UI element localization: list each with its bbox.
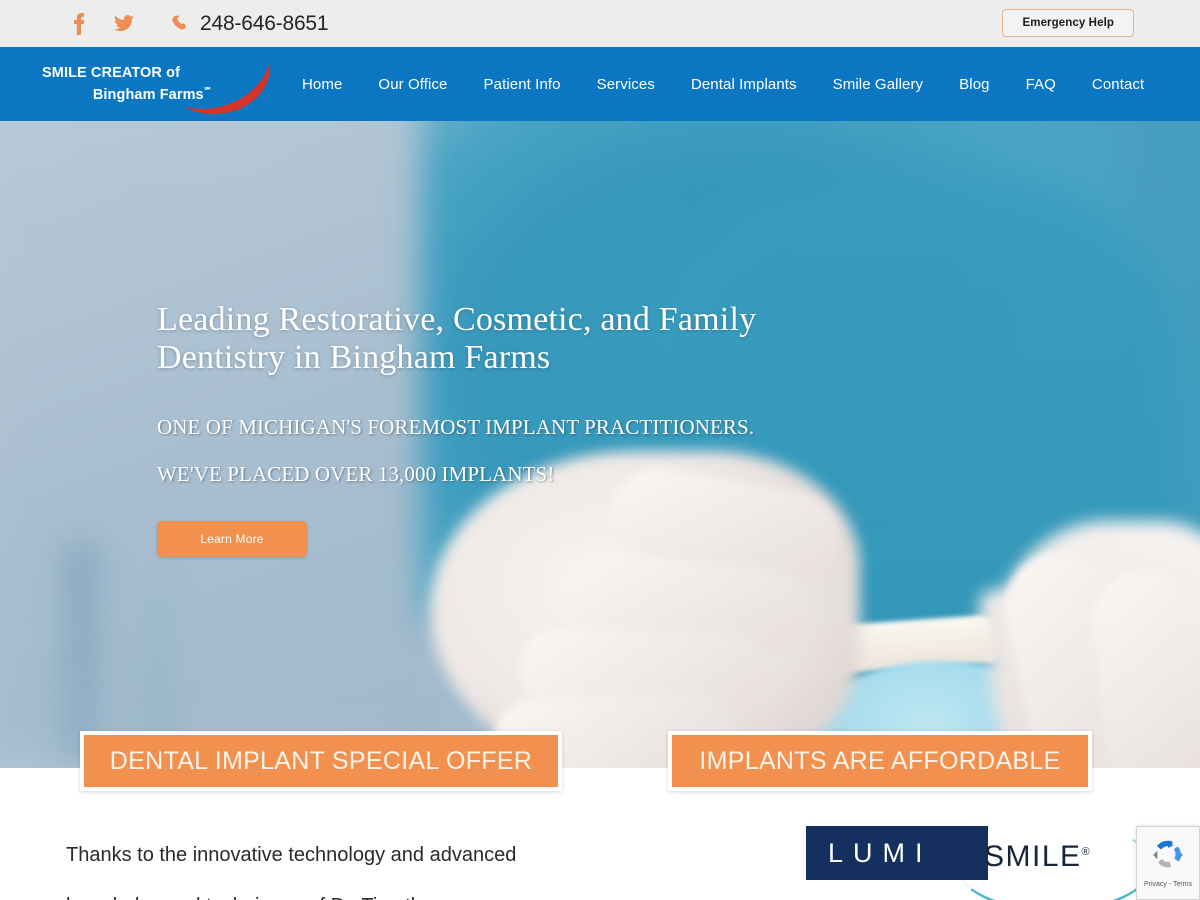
nav-item-contact[interactable]: Contact xyxy=(1092,76,1144,93)
social-links: 248-646-8651 xyxy=(72,11,329,36)
recaptcha-icon xyxy=(1151,838,1185,877)
nav-item-our-office[interactable]: Our Office xyxy=(378,76,447,93)
recaptcha-label: Privacy - Terms xyxy=(1143,881,1193,888)
registered-mark: ® xyxy=(1081,846,1092,858)
top-utility-bar: 248-646-8651 Emergency Help xyxy=(0,0,1200,47)
nav-item-patient-info[interactable]: Patient Info xyxy=(484,76,561,93)
site-logo[interactable]: SMILE CREATOR of Bingham Farms℠ xyxy=(42,58,272,115)
offer-label: IMPLANTS ARE AFFORDABLE xyxy=(699,746,1061,775)
nav-item-blog[interactable]: Blog xyxy=(959,76,989,93)
learn-more-button[interactable]: Learn More xyxy=(157,521,307,557)
gloved-finger xyxy=(1087,566,1200,768)
hero-headline-line-2: Dentistry in Bingham Farms xyxy=(157,339,551,376)
hero-headline: Leading Restorative, Cosmetic, and Famil… xyxy=(157,301,917,377)
twitter-icon[interactable] xyxy=(114,12,156,36)
offer-card-dental-implant-special[interactable]: DENTAL IMPLANT SPECIAL OFFER xyxy=(80,731,562,791)
lumismile-smile-text: SMILE® xyxy=(984,840,1091,874)
hero-headline-line-1: Leading Restorative, Cosmetic, and Famil… xyxy=(157,301,757,338)
nav-links: Home Our Office Patient Info Services De… xyxy=(302,47,1144,121)
offer-label: DENTAL IMPLANT SPECIAL OFFER xyxy=(109,746,533,775)
lumismile-navy-block: LUMI xyxy=(806,826,988,880)
phone-number: 248-646-8651 xyxy=(200,11,329,35)
logo-line-1: SMILE CREATOR of xyxy=(42,65,181,81)
intro-paragraph-line-1: Thanks to the innovative technology and … xyxy=(66,844,517,866)
nav-item-faq[interactable]: FAQ xyxy=(1026,76,1056,93)
hero-banner: Leading Restorative, Cosmetic, and Famil… xyxy=(0,121,1200,768)
phone-icon xyxy=(172,15,189,32)
hero-subheadline-1: ONE OF MICHIGAN'S FOREMOST IMPLANT PRACT… xyxy=(157,415,755,439)
nav-item-services[interactable]: Services xyxy=(597,76,655,93)
nav-item-dental-implants[interactable]: Dental Implants xyxy=(691,76,797,93)
intro-paragraph: Thanks to the innovative technology and … xyxy=(66,830,666,900)
offer-card-body[interactable]: DENTAL IMPLANT SPECIAL OFFER xyxy=(84,735,558,787)
lumismile-partner-logo: LUMI SMILE® xyxy=(806,820,1152,900)
red-swoosh-icon xyxy=(170,60,275,120)
offer-card-body[interactable]: IMPLANTS ARE AFFORDABLE xyxy=(672,735,1088,787)
nav-item-home[interactable]: Home xyxy=(302,76,342,93)
lumismile-lumi-text: LUMI xyxy=(828,837,933,868)
facebook-icon[interactable] xyxy=(72,12,114,36)
hero-subheadline-2: WE'VE PLACED OVER 13,000 IMPLANTS! xyxy=(157,462,555,486)
emergency-help-button[interactable]: Emergency Help xyxy=(1002,9,1134,37)
hero-content: Leading Restorative, Cosmetic, and Famil… xyxy=(157,301,917,557)
recaptcha-badge[interactable]: Privacy - Terms xyxy=(1136,826,1200,900)
phone-link[interactable]: 248-646-8651 xyxy=(172,11,329,36)
hero-background-vial-1 xyxy=(60,541,102,761)
page-root: 248-646-8651 Emergency Help SMILE CREATO… xyxy=(0,0,1200,900)
intro-paragraph-line-2: knowledge and techniques of Dr. Timothy xyxy=(66,881,666,900)
nav-item-smile-gallery[interactable]: Smile Gallery xyxy=(833,76,924,93)
main-navigation-bar: SMILE CREATOR of Bingham Farms℠ Home Our… xyxy=(0,47,1200,121)
lumismile-smile-word: SMILE xyxy=(984,840,1082,873)
offer-card-implants-affordable[interactable]: IMPLANTS ARE AFFORDABLE xyxy=(668,731,1092,791)
